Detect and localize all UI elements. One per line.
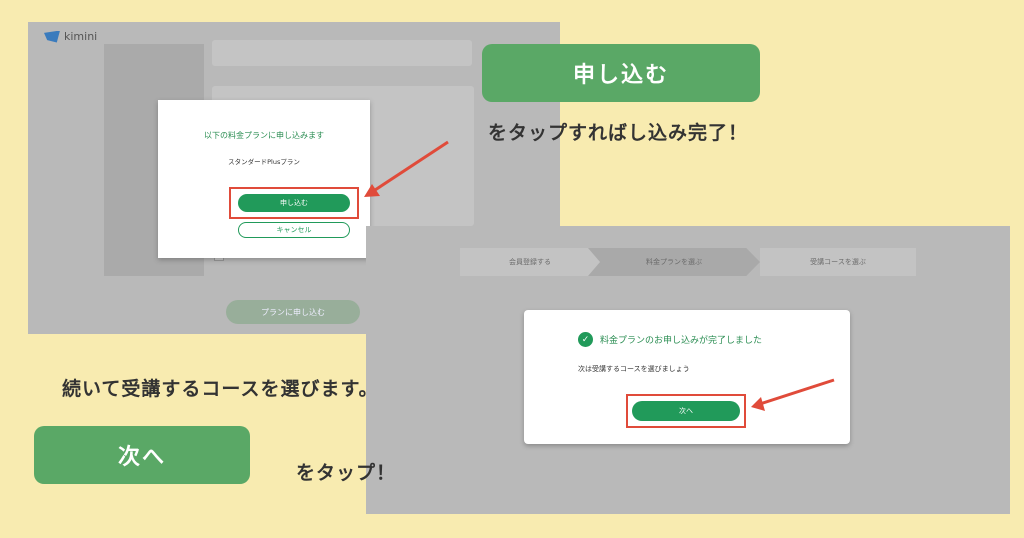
next-step-intro: 続いて受講するコースを選びます。 <box>62 378 379 400</box>
check-circle-icon: ✓ <box>578 332 593 347</box>
step-course: 受講コースを選ぶ <box>760 248 916 276</box>
modal-title: 以下の料金プランに申し込みます <box>204 131 324 140</box>
next-callout-button: 次へ <box>34 426 250 484</box>
arrow-icon <box>364 140 449 197</box>
modal-title: 料金プランのお申し込みが完了しました <box>600 336 763 346</box>
screenshot-plan-complete: 会員登録する 受講コースを選ぶ 料金プランを選ぶ ✓ 料金プランのお申し込みが完… <box>366 226 1010 514</box>
highlight-box <box>626 394 746 428</box>
logo-mark-icon <box>44 30 60 43</box>
info-card <box>212 40 472 66</box>
arrow-icon <box>751 378 835 411</box>
kimini-logo: kimini <box>44 30 97 43</box>
cancel-button[interactable]: キャンセル <box>238 222 350 238</box>
apply-instruction: をタップすればし込み完了！ <box>488 122 749 144</box>
step-register: 会員登録する <box>460 248 600 276</box>
apply-confirm-modal: 以下の料金プランに申し込みます スタンダードPlusプラン 申し込む キャンセル <box>158 100 370 258</box>
apply-callout-button: 申し込む <box>482 44 760 102</box>
logo-text: kimini <box>64 30 98 43</box>
complete-modal: ✓ 料金プランのお申し込みが完了しました 次は受講するコースを選びましょう 次へ <box>524 310 850 444</box>
step-plan: 料金プランを選ぶ <box>588 248 760 276</box>
plan-apply-button[interactable]: プランに申し込む <box>226 300 360 324</box>
plan-name: スタンダードPlusプラン <box>228 158 300 166</box>
next-instruction: をタップ！ <box>296 462 397 484</box>
progress-steps: 会員登録する 受講コースを選ぶ 料金プランを選ぶ <box>460 248 916 276</box>
modal-subtitle: 次は受講するコースを選びましょう <box>578 365 690 373</box>
highlight-box <box>229 187 359 219</box>
